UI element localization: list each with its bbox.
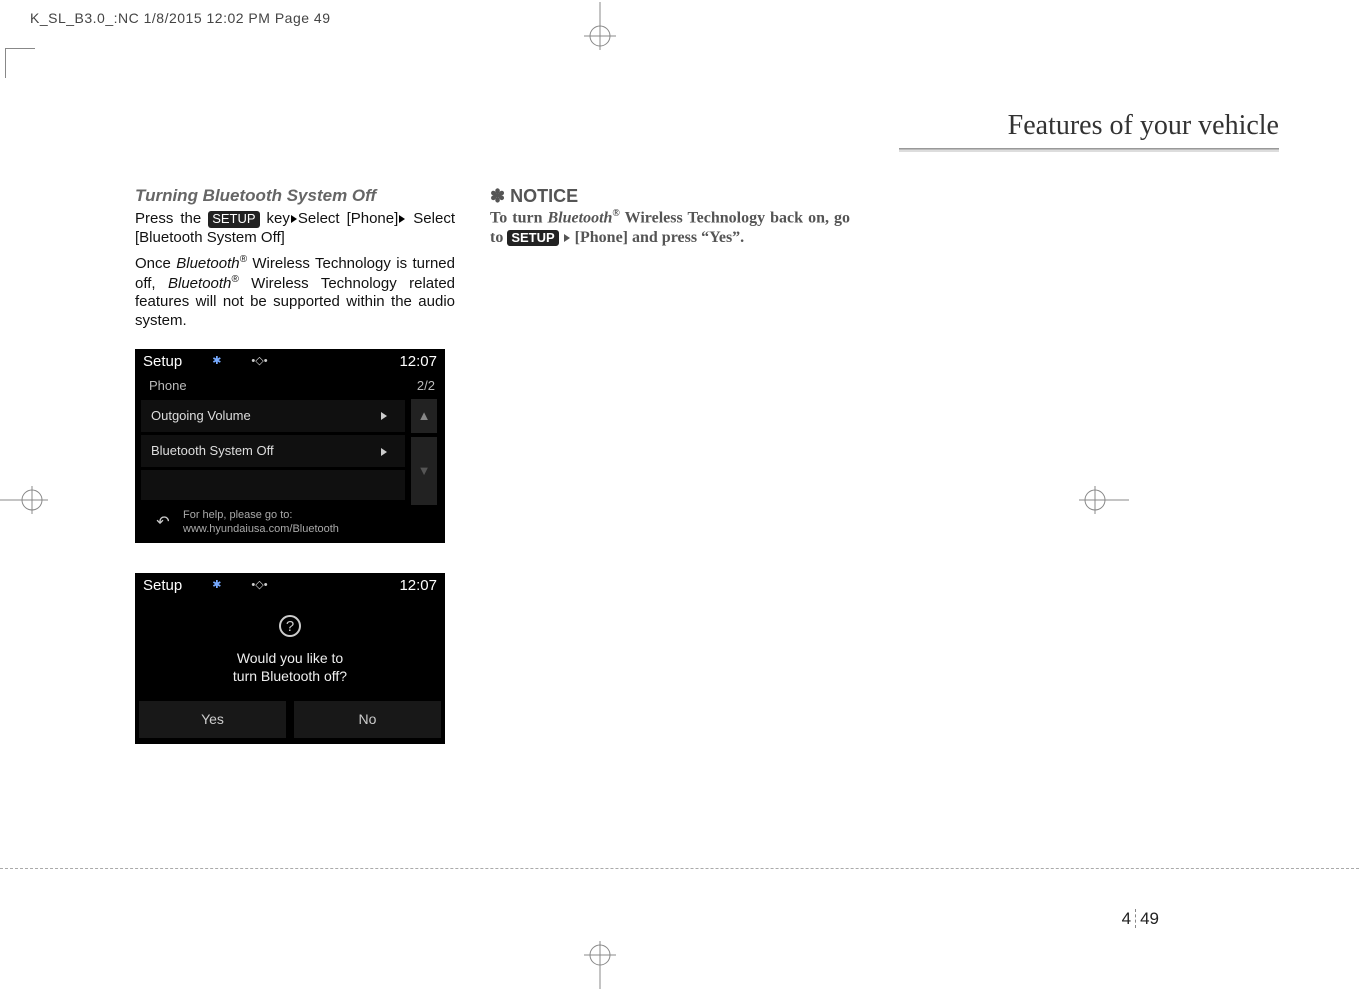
print-header: K_SL_B3.0_:NC 1/8/2015 12:02 PM Page 49	[30, 10, 330, 26]
section-title: Features of your vehicle	[1008, 110, 1279, 142]
back-button[interactable]: ↶	[143, 513, 183, 533]
notice-label: NOTICE	[505, 186, 578, 206]
text: To turn	[490, 209, 548, 226]
setup-key-label: SETUP	[208, 211, 259, 227]
notice-heading: ✽ NOTICE	[490, 185, 850, 208]
registered-mark: ®	[612, 208, 619, 219]
screen-title: Setup	[143, 353, 182, 372]
text: [Phone] and press “Yes”.	[575, 229, 745, 246]
chevron-right-icon	[373, 408, 395, 424]
screenshot-setup-phone: Setup ✱ •◇• 12:07 Phone 2/2 Outgoing Vol…	[135, 349, 445, 543]
help-text-1: For help, please go to:	[183, 509, 339, 523]
text: key	[260, 210, 290, 227]
page-indicator: 2/2	[417, 378, 435, 394]
sound-icon: •◇•	[251, 579, 267, 593]
clock: 12:07	[399, 353, 437, 372]
help-text-2: www.hyundaiusa.com/Bluetooth	[183, 523, 339, 537]
scroll-up-button[interactable]: ▲	[411, 399, 437, 433]
sound-icon: •◇•	[251, 355, 267, 369]
bluetooth-word: Bluetooth	[176, 255, 239, 272]
no-button[interactable]: No	[294, 701, 441, 739]
notice-body: To turn Bluetooth® Wireless Technology b…	[490, 208, 850, 248]
text: Press the	[135, 210, 208, 227]
text: Once	[135, 255, 176, 272]
registration-mark-right	[1079, 480, 1129, 520]
instruction-line-1: Press the SETUP keySelect [Phone] Select…	[135, 210, 455, 248]
scroll-down-button[interactable]: ▼	[411, 437, 437, 505]
registered-mark: ®	[240, 254, 247, 265]
setup-key-label: SETUP	[507, 230, 558, 246]
chapter-number: 4	[1122, 909, 1131, 928]
dialog-line-1: Would you like to	[135, 649, 445, 667]
registration-mark-top	[570, 2, 630, 50]
menu-bluetooth-system-off[interactable]: Bluetooth System Off	[141, 435, 405, 467]
right-triangle-icon	[291, 215, 297, 223]
screen-title: Setup	[143, 577, 182, 596]
menu-label: Outgoing Volume	[151, 408, 251, 424]
bluetooth-word: Bluetooth	[548, 209, 613, 226]
chevron-right-icon	[373, 443, 395, 459]
star-icon: ✽	[490, 186, 505, 206]
yes-button[interactable]: Yes	[139, 701, 286, 739]
registration-mark-bottom	[570, 941, 630, 989]
menu-empty-row	[141, 470, 405, 500]
clock: 12:07	[399, 577, 437, 596]
menu-outgoing-volume[interactable]: Outgoing Volume	[141, 400, 405, 432]
submenu-label: Phone	[149, 378, 187, 394]
text: Select [Phone]	[298, 210, 398, 227]
right-triangle-icon	[399, 215, 405, 223]
bluetooth-word: Bluetooth	[168, 275, 231, 292]
title-underline	[899, 148, 1279, 152]
crop-mark	[5, 48, 35, 78]
screenshot-confirm-dialog: Setup ✱ •◇• 12:07 ? Would you like to tu…	[135, 573, 445, 745]
registered-mark: ®	[231, 274, 238, 285]
question-icon: ?	[135, 600, 445, 643]
bluetooth-icon: ✱	[212, 579, 221, 593]
registration-mark-left	[0, 480, 48, 520]
menu-label: Bluetooth System Off	[151, 443, 274, 459]
page-in-chapter: 49	[1140, 909, 1159, 928]
right-triangle-icon	[564, 234, 570, 242]
cut-line	[0, 868, 1359, 869]
dialog-line-2: turn Bluetooth off?	[135, 667, 445, 685]
page-number: 4 49	[1122, 909, 1159, 929]
subheading: Turning Bluetooth System Off	[135, 185, 455, 206]
paragraph-2: Once Bluetooth® Wireless Technology is t…	[135, 254, 455, 331]
bluetooth-icon: ✱	[212, 355, 221, 369]
